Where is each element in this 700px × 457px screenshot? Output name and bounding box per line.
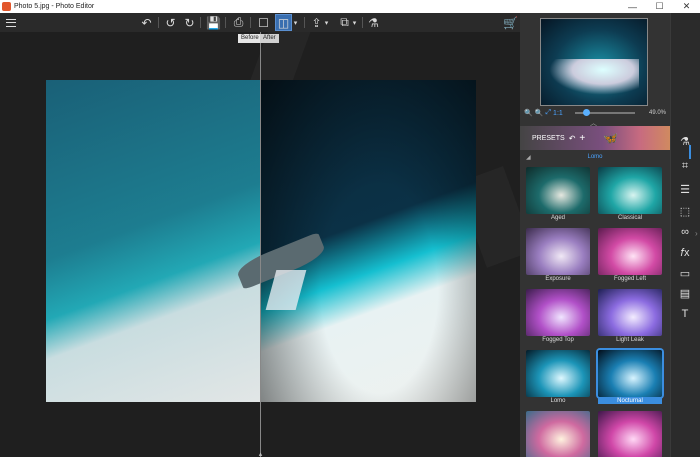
- preset-label: Nocturnal: [598, 398, 662, 404]
- preset-label: Aged: [550, 215, 565, 221]
- preset-classical[interactable]: Classical: [598, 167, 662, 225]
- preset-nocturnal[interactable]: Nocturnal: [598, 350, 662, 408]
- preset-thumbnail[interactable]: [598, 167, 662, 214]
- preset-fogged-top[interactable]: Fogged Top: [526, 289, 590, 347]
- crop-icon[interactable]: ⌗: [676, 157, 694, 175]
- expand-panel-icon[interactable]: ›: [695, 229, 698, 238]
- selection-icon[interactable]: ⬚: [676, 202, 694, 220]
- app-icon: [2, 2, 11, 11]
- preset-thumbnail[interactable]: [598, 350, 662, 397]
- zoom-in-icon[interactable]: 🔍: [535, 109, 544, 117]
- glasses-icon[interactable]: ∞: [676, 223, 694, 241]
- butterfly-icon: 🦋: [603, 131, 619, 145]
- preset-rainbow[interactable]: Rainbow: [526, 411, 590, 457]
- top-toolbar: ↶ ↺ ↻ 💾 ⎙ ☐ ◫ ▾ ⇪ ▾ ⧉ ▾ ⚗ 🛒: [0, 13, 520, 32]
- preset-fogged-left[interactable]: Fogged Left: [598, 228, 662, 286]
- toolbar-divider: [225, 17, 226, 28]
- preset-thumbnail[interactable]: [526, 167, 590, 214]
- canvas-area[interactable]: ▴: [0, 32, 520, 457]
- after-label: After: [260, 34, 279, 43]
- right-panel: 🔍 🔍 ⤢ 1:1 49.0% ︿ PRESETS ↶ + 🦋 ◢ Lomo A…: [520, 13, 670, 457]
- photo-before-half: [46, 80, 261, 402]
- batch-dropdown[interactable]: ▾: [350, 14, 359, 31]
- print-button[interactable]: ⎙: [230, 14, 247, 31]
- lab-button[interactable]: ⚗: [365, 14, 382, 31]
- frame-icon[interactable]: ▭: [676, 264, 694, 282]
- navigator-thumbnail[interactable]: [540, 18, 648, 106]
- fit-icon[interactable]: ⤢: [545, 109, 551, 117]
- preset-lomo[interactable]: Lomo: [526, 350, 590, 408]
- preset-thumbnail[interactable]: [598, 228, 662, 275]
- photo-canvas[interactable]: [46, 80, 476, 402]
- zoom-percent: 49.0%: [648, 110, 666, 116]
- preset-saturday[interactable]: Saturday: [598, 411, 662, 457]
- split-view-dropdown[interactable]: ▾: [291, 14, 300, 31]
- preset-light-leak[interactable]: Light Leak: [598, 289, 662, 347]
- presets-label: PRESETS: [532, 134, 565, 142]
- preset-label: Fogged Left: [613, 276, 647, 282]
- preset-thumbnail[interactable]: [526, 411, 590, 457]
- preset-label: Light Leak: [616, 337, 644, 343]
- preset-label: Fogged Top: [542, 337, 574, 343]
- add-preset-icon[interactable]: +: [579, 133, 585, 144]
- toolbar-divider: [200, 17, 201, 28]
- undo-button[interactable]: ↶: [138, 14, 155, 31]
- preset-category-name[interactable]: Lomo: [520, 154, 670, 160]
- preset-aged[interactable]: Aged: [526, 167, 590, 225]
- preset-thumbnail[interactable]: [598, 411, 662, 457]
- minimize-button[interactable]: —: [619, 0, 646, 13]
- split-view-button[interactable]: ◫: [275, 14, 292, 31]
- presets-undo-icon[interactable]: ↶: [569, 134, 576, 143]
- preset-thumbnail[interactable]: [526, 289, 590, 336]
- cart-button[interactable]: 🛒: [502, 14, 519, 31]
- toolbar-divider: [158, 17, 159, 28]
- toolbar-divider: [304, 17, 305, 28]
- redo-button[interactable]: ↻: [181, 14, 198, 31]
- preset-thumbnail[interactable]: [526, 350, 590, 397]
- toolbar-divider: [362, 17, 363, 28]
- preset-category-row[interactable]: ◢ Lomo: [520, 154, 670, 164]
- preset-label: Lomo: [550, 398, 566, 404]
- share-dropdown[interactable]: ▾: [322, 14, 331, 31]
- text-icon[interactable]: T: [676, 305, 694, 323]
- adjust-icon[interactable]: ☰: [676, 180, 694, 198]
- before-label: Before: [238, 34, 262, 43]
- preset-exposure[interactable]: Exposure: [526, 228, 590, 286]
- preset-grid: Aged Classical Exposure Fogged Left Fogged T…: [526, 167, 666, 457]
- lab-icon[interactable]: ⚗: [676, 132, 694, 150]
- split-handle-icon[interactable]: ▴: [255, 450, 266, 457]
- menu-icon: [5, 18, 16, 27]
- zoom-slider[interactable]: [574, 109, 635, 116]
- menu-button[interactable]: [2, 14, 19, 31]
- actual-size-icon[interactable]: 1:1: [553, 110, 563, 117]
- preset-thumbnail[interactable]: [526, 228, 590, 275]
- undo-step-button[interactable]: ↺: [162, 14, 179, 31]
- zoom-out-icon[interactable]: 🔍: [524, 109, 533, 117]
- toolbar-divider: [250, 17, 251, 28]
- title-bar: Photo 5.jpg - Photo Editor — ☐ ✕: [0, 0, 700, 13]
- preset-label: Exposure: [545, 276, 571, 282]
- save-button[interactable]: 💾: [205, 14, 222, 31]
- preset-label: Classical: [617, 215, 642, 221]
- close-button[interactable]: ✕: [673, 0, 700, 13]
- texture-icon[interactable]: ▤: [676, 284, 694, 302]
- fx-icon[interactable]: 𝑓x: [676, 244, 694, 262]
- before-view-button[interactable]: ☐: [255, 14, 272, 31]
- zoom-slider-knob[interactable]: [583, 109, 591, 116]
- presets-header: PRESETS ↶ + 🦋: [520, 126, 670, 150]
- split-divider[interactable]: [260, 32, 261, 457]
- maximize-button[interactable]: ☐: [646, 0, 673, 13]
- tool-strip: › ⚗ ⌗ ☰ ⬚ ∞ 𝑓x ▭ ▤ T: [670, 13, 700, 457]
- window-title: Photo 5.jpg - Photo Editor: [14, 3, 95, 10]
- preset-thumbnail[interactable]: [598, 289, 662, 336]
